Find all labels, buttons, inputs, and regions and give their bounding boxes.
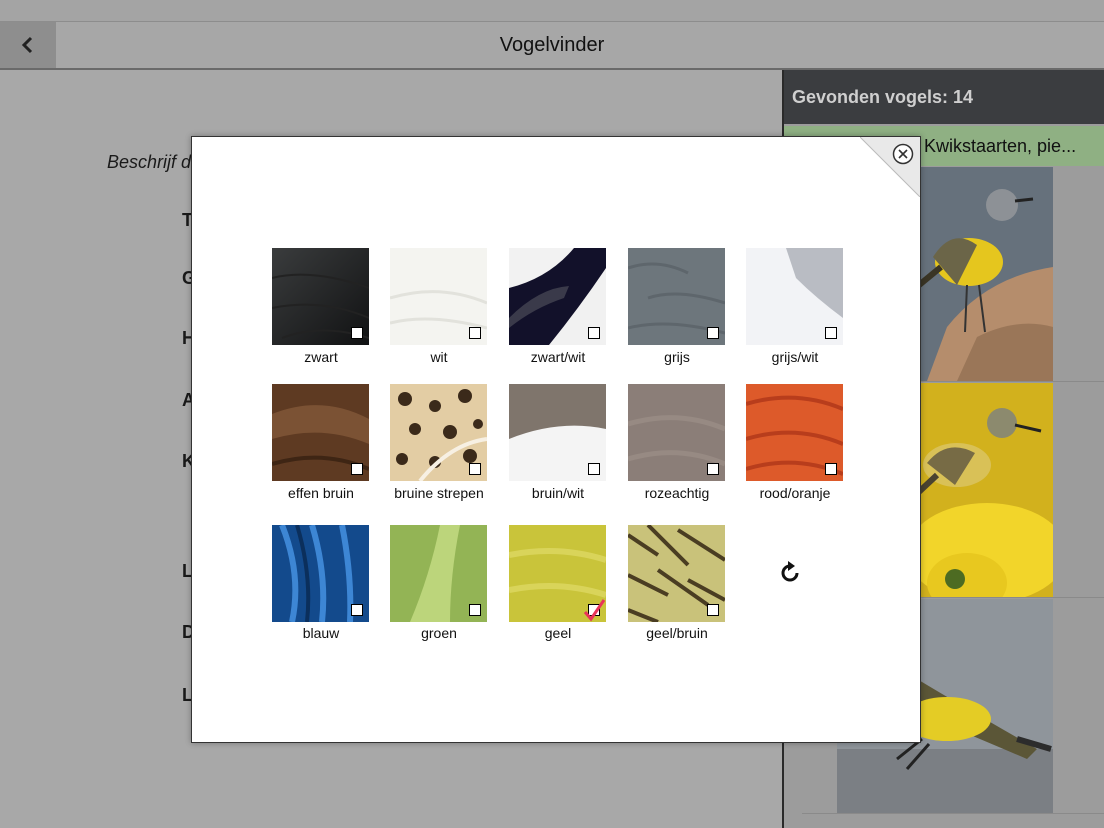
back-button[interactable]	[0, 22, 56, 68]
swatch-zwart[interactable]	[272, 248, 369, 345]
swatch-grijs[interactable]	[628, 248, 725, 345]
swatch-label: bruin/wit	[531, 485, 585, 501]
swatch-label: geel	[544, 625, 572, 641]
checkbox[interactable]	[588, 463, 600, 475]
swatch-zwart-wit[interactable]	[509, 248, 606, 345]
swatch-wit[interactable]	[390, 248, 487, 345]
swatch-grijs-wit[interactable]	[746, 248, 843, 345]
swatch-label: grijs/wit	[771, 349, 819, 365]
swatch-rood-oranje[interactable]	[746, 384, 843, 481]
swatch-label: grijs	[664, 349, 690, 365]
checkbox[interactable]	[351, 604, 363, 616]
checkbox[interactable]	[707, 604, 719, 616]
status-bar	[0, 0, 1104, 22]
swatch-effen-bruin[interactable]	[272, 384, 369, 481]
checkbox[interactable]	[825, 463, 837, 475]
found-birds-count: Gevonden vogels: 14	[784, 70, 1104, 124]
page-title: Vogelvinder	[499, 34, 605, 56]
checkbox[interactable]	[707, 463, 719, 475]
chevron-left-icon	[21, 36, 33, 54]
checkbox[interactable]	[351, 463, 363, 475]
checkbox[interactable]	[588, 327, 600, 339]
swatch-label: blauw	[302, 625, 340, 641]
swatch-rozeachtig[interactable]	[628, 384, 725, 481]
swatch-geel-bruin[interactable]	[628, 525, 725, 622]
checkbox[interactable]	[351, 327, 363, 339]
color-picker-modal: zwart wit zwart/wit grijs grijs/wit effe…	[191, 136, 921, 743]
swatch-label: rozeachtig	[644, 485, 710, 501]
swatch-label: groen	[421, 625, 457, 641]
navigation-bar: Vogelvinder	[0, 22, 1104, 70]
swatch-label: zwart/wit	[530, 349, 586, 365]
swatch-label: geel/bruin	[646, 625, 708, 641]
swatch-bruin-wit[interactable]	[509, 384, 606, 481]
checkbox[interactable]	[588, 604, 600, 616]
swatch-blauw[interactable]	[272, 525, 369, 622]
description-prompt: Beschrijf d	[107, 152, 192, 172]
swatch-label: wit	[430, 349, 448, 365]
checkbox[interactable]	[825, 327, 837, 339]
checkbox[interactable]	[707, 327, 719, 339]
swatch-bruine-strepen[interactable]	[390, 384, 487, 481]
swatch-groen[interactable]	[390, 525, 487, 622]
swatch-label: rood/oranje	[759, 485, 831, 501]
close-circle-icon[interactable]	[892, 143, 914, 165]
swatch-geel[interactable]	[509, 525, 606, 622]
swatch-label: bruine strepen	[394, 485, 484, 501]
refresh-icon[interactable]	[777, 560, 803, 586]
swatch-label: zwart	[304, 349, 338, 365]
row-divider	[802, 813, 1104, 814]
checkbox[interactable]	[469, 327, 481, 339]
swatch-label: effen bruin	[288, 485, 354, 501]
checkbox[interactable]	[469, 604, 481, 616]
checkbox[interactable]	[469, 463, 481, 475]
